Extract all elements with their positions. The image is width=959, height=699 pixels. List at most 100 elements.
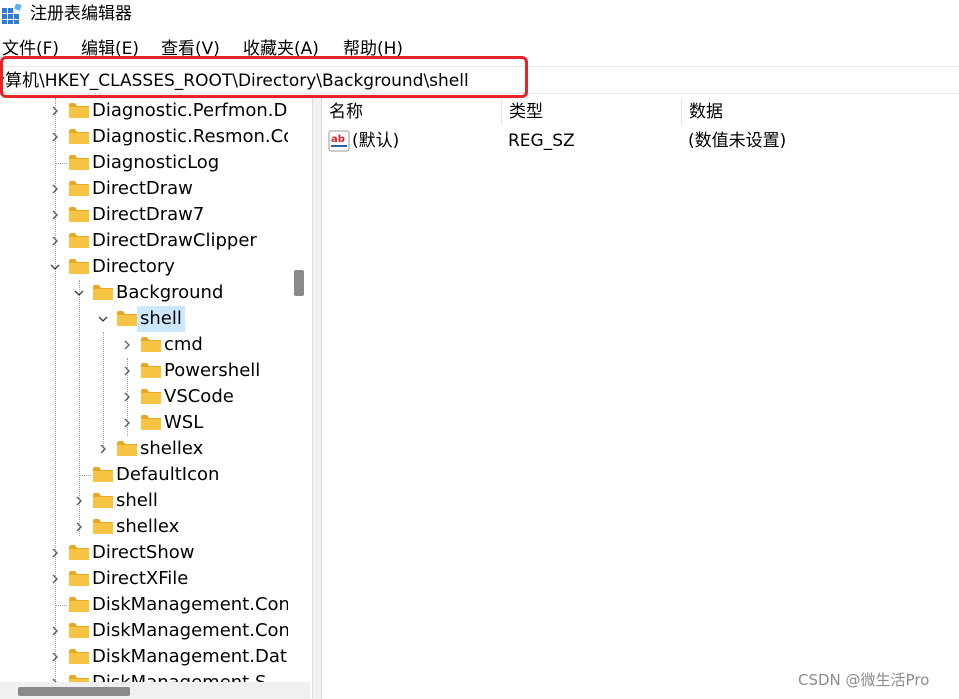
values-pane: 名称 类型 数据 ab (默认) REG_SZ (数值未设置) bbox=[322, 98, 959, 699]
chevron-right-icon[interactable] bbox=[72, 514, 86, 540]
tree-item-label: DiskManagement.Con bbox=[92, 594, 288, 615]
chevron-right-icon[interactable] bbox=[48, 566, 62, 592]
chevron-right-icon[interactable] bbox=[48, 176, 62, 202]
string-value-icon: ab bbox=[328, 130, 350, 152]
key-tree-pane: Diagnostic.Perfmon.Do Diagnostic.Resmon.C… bbox=[0, 98, 310, 699]
tree-item[interactable]: VSCode bbox=[0, 384, 288, 410]
tree-item[interactable]: Background bbox=[0, 280, 288, 306]
chevron-down-icon[interactable] bbox=[48, 254, 62, 280]
chevron-right-icon[interactable] bbox=[48, 228, 62, 254]
address-path[interactable]: 计算机\HKEY_CLASSES_ROOT\Directory\Backgrou… bbox=[0, 68, 469, 94]
value-data: (数值未设置) bbox=[688, 131, 787, 151]
tree-vertical-scrollbar[interactable] bbox=[288, 98, 310, 682]
chevron-right-icon[interactable] bbox=[48, 644, 62, 670]
chevron-right-icon[interactable] bbox=[120, 384, 134, 410]
tree-item-label: shell bbox=[116, 490, 158, 511]
pane-splitter[interactable] bbox=[312, 98, 322, 699]
tree-item-label: DefaultIcon bbox=[116, 464, 220, 485]
chevron-right-icon[interactable] bbox=[120, 358, 134, 384]
folder-icon bbox=[68, 648, 90, 665]
key-tree: Diagnostic.Perfmon.Do Diagnostic.Resmon.C… bbox=[0, 98, 288, 682]
tree-item[interactable]: Diagnostic.Perfmon.Do bbox=[0, 98, 288, 124]
column-header-name[interactable]: 名称 bbox=[322, 98, 502, 126]
chevron-right-icon[interactable] bbox=[48, 124, 62, 150]
registry-editor-icon bbox=[2, 4, 22, 24]
tree-item-label: Diagnostic.Perfmon.Do bbox=[92, 100, 288, 121]
tree-item[interactable]: DirectDraw7 bbox=[0, 202, 288, 228]
tree-item-label: DirectXFile bbox=[92, 568, 189, 589]
tree-item[interactable]: DirectXFile bbox=[0, 566, 288, 592]
tree-item[interactable]: shellex bbox=[0, 514, 288, 540]
tree-item[interactable]: DiagnosticLog bbox=[0, 150, 288, 176]
menu-help[interactable]: 帮助(H) bbox=[343, 36, 403, 62]
chevron-right-icon[interactable] bbox=[96, 436, 110, 462]
tree-guide-line bbox=[55, 605, 67, 606]
tree-item[interactable]: DiskManagement.Con bbox=[0, 592, 288, 618]
tree-item-label: Background bbox=[116, 282, 224, 303]
chevron-right-icon[interactable] bbox=[120, 332, 134, 358]
tree-item-label: DiagnosticLog bbox=[92, 152, 220, 173]
tree-item[interactable]: DirectDraw bbox=[0, 176, 288, 202]
address-bar[interactable]: 计算机\HKEY_CLASSES_ROOT\Directory\Backgrou… bbox=[0, 66, 959, 94]
tree-item[interactable]: shell bbox=[0, 306, 288, 332]
chevron-right-icon[interactable] bbox=[72, 488, 86, 514]
tree-item-label: DirectShow bbox=[92, 542, 195, 563]
folder-icon bbox=[68, 674, 90, 682]
chevron-down-icon[interactable] bbox=[96, 306, 110, 332]
tree-vertical-scroll-thumb[interactable] bbox=[294, 270, 304, 296]
tree-horizontal-scrollbar[interactable] bbox=[0, 682, 310, 699]
tree-item-label: Powershell bbox=[164, 360, 261, 381]
column-header-data[interactable]: 数据 bbox=[682, 98, 959, 126]
tree-item[interactable]: DiskManagement.Data bbox=[0, 644, 288, 670]
tree-item[interactable]: shell bbox=[0, 488, 288, 514]
chevron-right-icon[interactable] bbox=[48, 98, 62, 124]
folder-icon bbox=[92, 492, 114, 509]
tree-item-label: shellex bbox=[140, 438, 204, 459]
tree-item[interactable]: DiskManagement.Con bbox=[0, 618, 288, 644]
folder-icon bbox=[140, 388, 162, 405]
window-title: 注册表编辑器 bbox=[30, 4, 132, 24]
folder-icon bbox=[68, 102, 90, 119]
tree-item-label: DiskManagement.Data bbox=[92, 646, 288, 667]
tree-item[interactable]: Directory bbox=[0, 254, 288, 280]
tree-item-label: DiskManagement.Con bbox=[92, 620, 288, 641]
tree-item[interactable]: cmd bbox=[0, 332, 288, 358]
column-header-type[interactable]: 类型 bbox=[502, 98, 682, 126]
folder-icon bbox=[68, 570, 90, 587]
folder-icon bbox=[68, 544, 90, 561]
chevron-right-icon[interactable] bbox=[48, 540, 62, 566]
svg-text:ab: ab bbox=[331, 134, 345, 145]
tree-item[interactable]: DirectDrawClipper bbox=[0, 228, 288, 254]
menu-favorites[interactable]: 收藏夹(A) bbox=[243, 36, 319, 62]
chevron-down-icon[interactable] bbox=[72, 280, 86, 306]
tree-item-label: cmd bbox=[164, 334, 203, 355]
tree-item-label: WSL bbox=[164, 412, 204, 433]
tree-item-label: DiskManagement.S bbox=[89, 670, 269, 682]
tree-item[interactable]: Powershell bbox=[0, 358, 288, 384]
folder-icon bbox=[92, 466, 114, 483]
folder-icon bbox=[68, 258, 90, 275]
tree-item[interactable]: DiskManagement.S bbox=[0, 670, 288, 682]
chevron-right-icon[interactable] bbox=[48, 670, 62, 682]
menu-file[interactable]: 文件(F) bbox=[2, 36, 59, 62]
menu-edit[interactable]: 编辑(E) bbox=[81, 36, 139, 62]
tree-item[interactable]: DirectShow bbox=[0, 540, 288, 566]
chevron-right-icon[interactable] bbox=[48, 202, 62, 228]
tree-item-label: Diagnostic.Resmon.Co bbox=[92, 126, 288, 147]
tree-item[interactable]: shellex bbox=[0, 436, 288, 462]
folder-icon bbox=[92, 284, 114, 301]
tree-item[interactable]: Diagnostic.Resmon.Co bbox=[0, 124, 288, 150]
chevron-right-icon[interactable] bbox=[48, 618, 62, 644]
tree-item-label: shellex bbox=[116, 516, 180, 537]
tree-item[interactable]: WSL bbox=[0, 410, 288, 436]
tree-guide-line bbox=[79, 475, 91, 476]
chevron-right-icon[interactable] bbox=[120, 410, 134, 436]
tree-item-label: shell bbox=[137, 306, 185, 332]
tree-item[interactable]: DefaultIcon bbox=[0, 462, 288, 488]
folder-icon bbox=[68, 232, 90, 249]
tree-horizontal-scroll-thumb[interactable] bbox=[18, 687, 130, 696]
menu-view[interactable]: 查看(V) bbox=[161, 36, 220, 62]
value-name: (默认) bbox=[352, 131, 400, 151]
value-row[interactable]: ab (默认) REG_SZ (数值未设置) bbox=[322, 128, 959, 154]
tree-guide-line bbox=[55, 163, 67, 164]
